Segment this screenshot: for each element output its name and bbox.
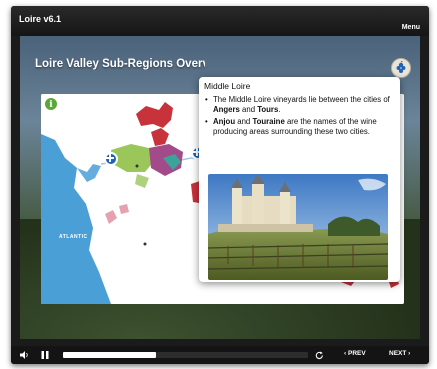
popup-bullet: Anjou and Touraine are the names of the … xyxy=(204,117,396,136)
slide-stage: Loire Valley Sub-Regions Overview xyxy=(20,36,420,339)
volume-icon xyxy=(20,351,28,359)
replay-button[interactable] xyxy=(315,346,324,364)
bullet-text: The Middle Loire vineyards lie between t… xyxy=(213,95,390,104)
player-window: Loire v6.1 Menu Loire Valley Sub-Regions… xyxy=(11,6,429,364)
progress-bar[interactable] xyxy=(63,352,308,358)
next-button[interactable]: NEXT › xyxy=(389,350,410,361)
player-controls: ‹ PREV NEXT › xyxy=(11,346,429,364)
bullet-emphasis: Anjou xyxy=(213,117,236,127)
bullet-emphasis: Angers xyxy=(213,104,240,114)
app-title: Loire v6.1 xyxy=(19,14,62,24)
slide-title: Loire Valley Sub-Regions Overview xyxy=(35,58,205,70)
bullet-emphasis: Tours xyxy=(257,104,279,114)
info-icon: i xyxy=(49,100,53,110)
pause-icon xyxy=(41,351,49,359)
popup-bullet-list: The Middle Loire vineyards lie between t… xyxy=(204,95,396,139)
bullet-text: and xyxy=(239,104,258,114)
info-button[interactable]: i xyxy=(44,97,58,111)
chevron-right-icon: › xyxy=(408,350,411,357)
prev-label: PREV xyxy=(347,350,366,357)
popup-title: Middle Loire xyxy=(204,81,251,91)
progress-fill xyxy=(63,352,157,358)
replay-icon xyxy=(315,350,323,359)
bullet-text: and xyxy=(235,117,253,127)
next-label: NEXT xyxy=(389,350,407,357)
volume-button[interactable] xyxy=(20,346,29,364)
pause-button[interactable] xyxy=(41,346,49,364)
bullet-emphasis: Touraine xyxy=(252,117,285,127)
menu-button[interactable]: Menu xyxy=(402,24,420,31)
bullet-text: . xyxy=(278,104,281,114)
region-popup: Middle Loire The Middle Loire vineyards … xyxy=(199,77,400,282)
region-hotspot-west[interactable] xyxy=(104,152,118,166)
plus-icon xyxy=(106,154,114,162)
popup-bullet: The Middle Loire vineyards lie between t… xyxy=(204,95,396,114)
top-bar: Loire v6.1 Menu xyxy=(11,6,429,36)
grape-icon xyxy=(391,58,411,78)
sea-label: ATLANTIC xyxy=(59,234,88,240)
chateau-photo xyxy=(208,174,388,280)
chevron-left-icon: ‹ xyxy=(344,350,347,357)
prev-button[interactable]: ‹ PREV xyxy=(344,350,366,361)
